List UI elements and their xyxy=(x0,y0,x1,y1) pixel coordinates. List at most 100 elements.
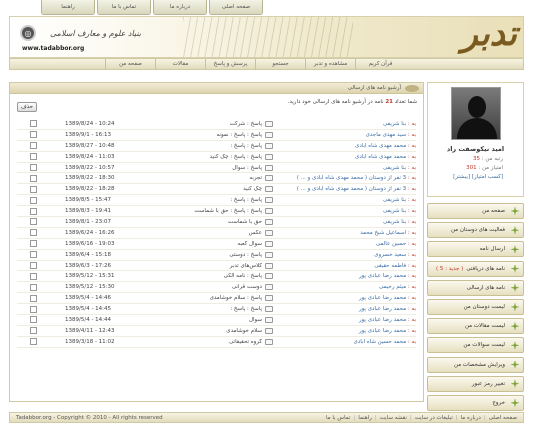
select-checkbox[interactable] xyxy=(30,120,37,128)
select-checkbox[interactable] xyxy=(30,153,37,161)
letter-subject[interactable]: سوال xyxy=(150,317,262,323)
nav-search[interactable]: جستجو xyxy=(255,59,305,69)
letter-subject[interactable]: پاسخ : پاسخ : نمونه xyxy=(150,132,262,138)
select-checkbox[interactable] xyxy=(30,262,37,270)
nav-qa[interactable]: پرسش و پاسخ xyxy=(205,59,255,69)
top-link-home[interactable]: صفحه اصلی xyxy=(209,0,263,15)
select-checkbox[interactable] xyxy=(30,174,37,182)
footer-link-help[interactable]: راهنما xyxy=(358,415,372,421)
letter-row[interactable]: 1389/6/16 - 19:03 سوال کعبه به : حسین عالم… xyxy=(17,239,416,250)
letter-subject[interactable]: پاسخ : سوال xyxy=(150,165,262,171)
letter-subject[interactable]: پاسخ : پاسخ : چک کنید xyxy=(150,154,262,160)
avatar[interactable] xyxy=(450,87,501,140)
select-checkbox[interactable] xyxy=(30,294,37,302)
letter-subject[interactable]: سوال کعبه xyxy=(150,241,262,247)
recipient-name[interactable]: محمد رضا عبادی پور xyxy=(359,273,406,279)
menu-questions-list[interactable]: لیست سوالات من xyxy=(427,337,524,354)
select-checkbox[interactable] xyxy=(30,218,37,226)
recipient-name[interactable]: بنا شریفی xyxy=(383,165,406,171)
letter-row[interactable]: 1389/9/1 - 16:13 پاسخ : پاسخ : نمونه به : … xyxy=(17,130,416,141)
letter-row[interactable]: 1389/8/3 - 19:41 پاسخ : پاسخ : حق با شماس… xyxy=(17,206,416,218)
letter-subject[interactable]: پاسخ : پاسخ : حق با شماست xyxy=(150,208,262,214)
recipient-name[interactable]: بنا شریفی xyxy=(383,219,406,225)
letter-row[interactable]: 1389/5/4 - 14:44 سوال به : محمد رضا عبادی … xyxy=(17,315,416,326)
menu-change-password[interactable]: تغییر رمز عبور xyxy=(427,375,524,392)
nav-observe-reflect[interactable]: مشاهده و تدبر xyxy=(305,59,355,69)
top-link-help[interactable]: راهنما xyxy=(41,0,95,15)
letter-subject[interactable]: پاسخ : پاسخ : xyxy=(150,197,262,203)
letter-subject[interactable]: پاسخ : شرکت xyxy=(150,121,262,127)
letter-row[interactable]: 1389/6/3 - 17:26 کلاس‌های تدبر به : فاطمه … xyxy=(17,261,416,272)
select-checkbox[interactable] xyxy=(30,185,37,193)
select-checkbox[interactable] xyxy=(30,164,37,171)
letter-subject[interactable]: حق با شماست xyxy=(150,219,262,225)
recipient-name[interactable]: محمد رضا عبادی پور xyxy=(359,328,406,334)
menu-articles-list[interactable]: لیست مقالات من xyxy=(427,318,524,335)
letter-row[interactable]: 1389/6/24 - 16:26 عکس به : اسماعیل شیخ محم… xyxy=(17,228,416,239)
select-checkbox[interactable] xyxy=(30,272,37,280)
recipient-name[interactable]: محمد رضا عبادی پور xyxy=(359,295,406,301)
letter-subject[interactable]: کلاس‌های تدبر xyxy=(150,263,262,269)
recipient-name[interactable]: حسین عالمی xyxy=(376,241,406,247)
select-checkbox[interactable] xyxy=(30,207,37,215)
select-checkbox[interactable] xyxy=(30,327,37,335)
select-checkbox[interactable] xyxy=(30,229,37,237)
letter-row[interactable]: 1389/3/18 - 11:02 گروه تحقیقاتی به : محمد … xyxy=(17,337,416,348)
letter-row[interactable]: 1389/8/24 - 10:24 پاسخ : شرکت به : بنا شری… xyxy=(17,119,416,130)
letter-row[interactable]: 1389/8/24 - 11:03 پاسخ : پاسخ : چک کنید به… xyxy=(17,152,416,163)
recipient-name[interactable]: بنا شریفی xyxy=(383,121,406,127)
recipient-name[interactable]: 3 نفر از دوستان ( محمد مهدی شاه آبادی و … xyxy=(297,175,406,181)
letter-subject[interactable]: تجربه xyxy=(150,175,262,181)
menu-logout[interactable]: خروج xyxy=(427,394,524,411)
footer-link-about[interactable]: درباره ما xyxy=(461,415,481,421)
select-checkbox[interactable] xyxy=(30,196,37,204)
recipient-name[interactable]: محمد رضا عبادی پور xyxy=(359,306,406,312)
letter-row[interactable]: 1389/5/12 - 15:31 پاسخ : نامه الکی به : مح… xyxy=(17,271,416,283)
letter-row[interactable]: 1389/8/22 - 18:28 چک کنید به : 3 نفر از دو… xyxy=(17,184,416,196)
footer-link-ads[interactable]: تبلیغات در سایت xyxy=(415,415,453,421)
recipient-name[interactable]: محمد مهدی شاه آبادی xyxy=(355,154,406,160)
letter-row[interactable]: 1389/8/1 - 23:07 حق با شماست به : بنا شریف… xyxy=(17,217,416,228)
letter-row[interactable]: 1389/8/27 - 10:48 پاسخ : پاسخ : به : محمد … xyxy=(17,141,416,152)
recipient-name[interactable]: بنا شریفی xyxy=(383,197,406,203)
nav-quran[interactable]: قرآن کریم xyxy=(355,59,405,69)
recipient-name[interactable]: میثم رحیمی xyxy=(379,284,406,290)
select-checkbox[interactable] xyxy=(30,283,37,291)
recipient-name[interactable]: محمد مهدی شاه آبادی xyxy=(355,143,406,149)
recipient-name[interactable]: محمد حسین شاه آبادی xyxy=(354,339,407,345)
footer-link-sitemap[interactable]: نقشه سایت xyxy=(380,415,407,421)
menu-friends-activity[interactable]: فعالیت های دوستان من xyxy=(427,222,524,239)
letter-subject[interactable]: سلام خوشامدی xyxy=(150,328,262,334)
points-links[interactable]: [کسب امتیاز] [بیشتر] xyxy=(432,174,519,180)
select-checkbox[interactable] xyxy=(30,305,37,313)
letter-subject[interactable]: پاسخ : سلام خوشامدی xyxy=(150,295,262,301)
letter-row[interactable]: 1389/8/22 - 10:57 پاسخ : سوال به : بنا شری… xyxy=(17,163,416,174)
top-link-about[interactable]: درباره ما xyxy=(153,0,207,15)
letter-subject[interactable]: پاسخ : نامه الکی xyxy=(150,273,262,279)
nav-articles[interactable]: مقالات xyxy=(155,59,205,69)
menu-my-page[interactable]: صفحه من xyxy=(427,203,524,219)
letter-subject[interactable]: پاسخ : پاسخ : xyxy=(150,306,262,312)
letter-row[interactable]: 1389/5/4 - 14:45 پاسخ : پاسخ : به : محمد ر… xyxy=(17,304,416,316)
site-logo[interactable]: تدبر xyxy=(461,17,520,54)
letter-subject[interactable]: گروه تحقیقاتی xyxy=(150,339,262,345)
top-link-contact[interactable]: تماس با ما xyxy=(97,0,151,15)
letter-subject[interactable]: چک کنید xyxy=(150,186,262,192)
recipient-name[interactable]: محمد رضا عبادی پور xyxy=(359,317,406,323)
footer-link-contact[interactable]: تماس با ما xyxy=(326,415,350,421)
recipient-name[interactable]: اسماعیل شیخ محمد xyxy=(360,230,406,236)
recipient-name[interactable]: سید مهدی ماجدی xyxy=(366,132,407,138)
recipient-name[interactable]: بنا شریفی xyxy=(383,208,406,214)
delete-button[interactable]: حذف xyxy=(17,102,37,112)
letter-row[interactable]: 1389/4/11 - 12:43 سلام خوشامدی به : محمد ر… xyxy=(17,326,416,337)
letter-row[interactable]: 1389/8/22 - 18:30 تجربه به : 3 نفر از دوست… xyxy=(17,173,416,185)
select-checkbox[interactable] xyxy=(30,338,37,346)
letter-subject[interactable]: دوست قرآنی xyxy=(150,284,262,290)
recipient-name[interactable]: 3 نفر از دوستان ( محمد مهدی شاه آبادی و … xyxy=(297,186,406,192)
select-checkbox[interactable] xyxy=(30,251,37,259)
recipient-name[interactable]: فاطمه حقیقی xyxy=(374,263,406,269)
nav-my-page[interactable]: صفحه من xyxy=(105,59,155,69)
select-checkbox[interactable] xyxy=(30,131,37,139)
letter-row[interactable]: 1389/5/4 - 14:46 پاسخ : سلام خوشامدی به : … xyxy=(17,293,416,305)
letter-row[interactable]: 1389/5/12 - 15:30 دوست قرآنی به : میثم رحی… xyxy=(17,282,416,294)
